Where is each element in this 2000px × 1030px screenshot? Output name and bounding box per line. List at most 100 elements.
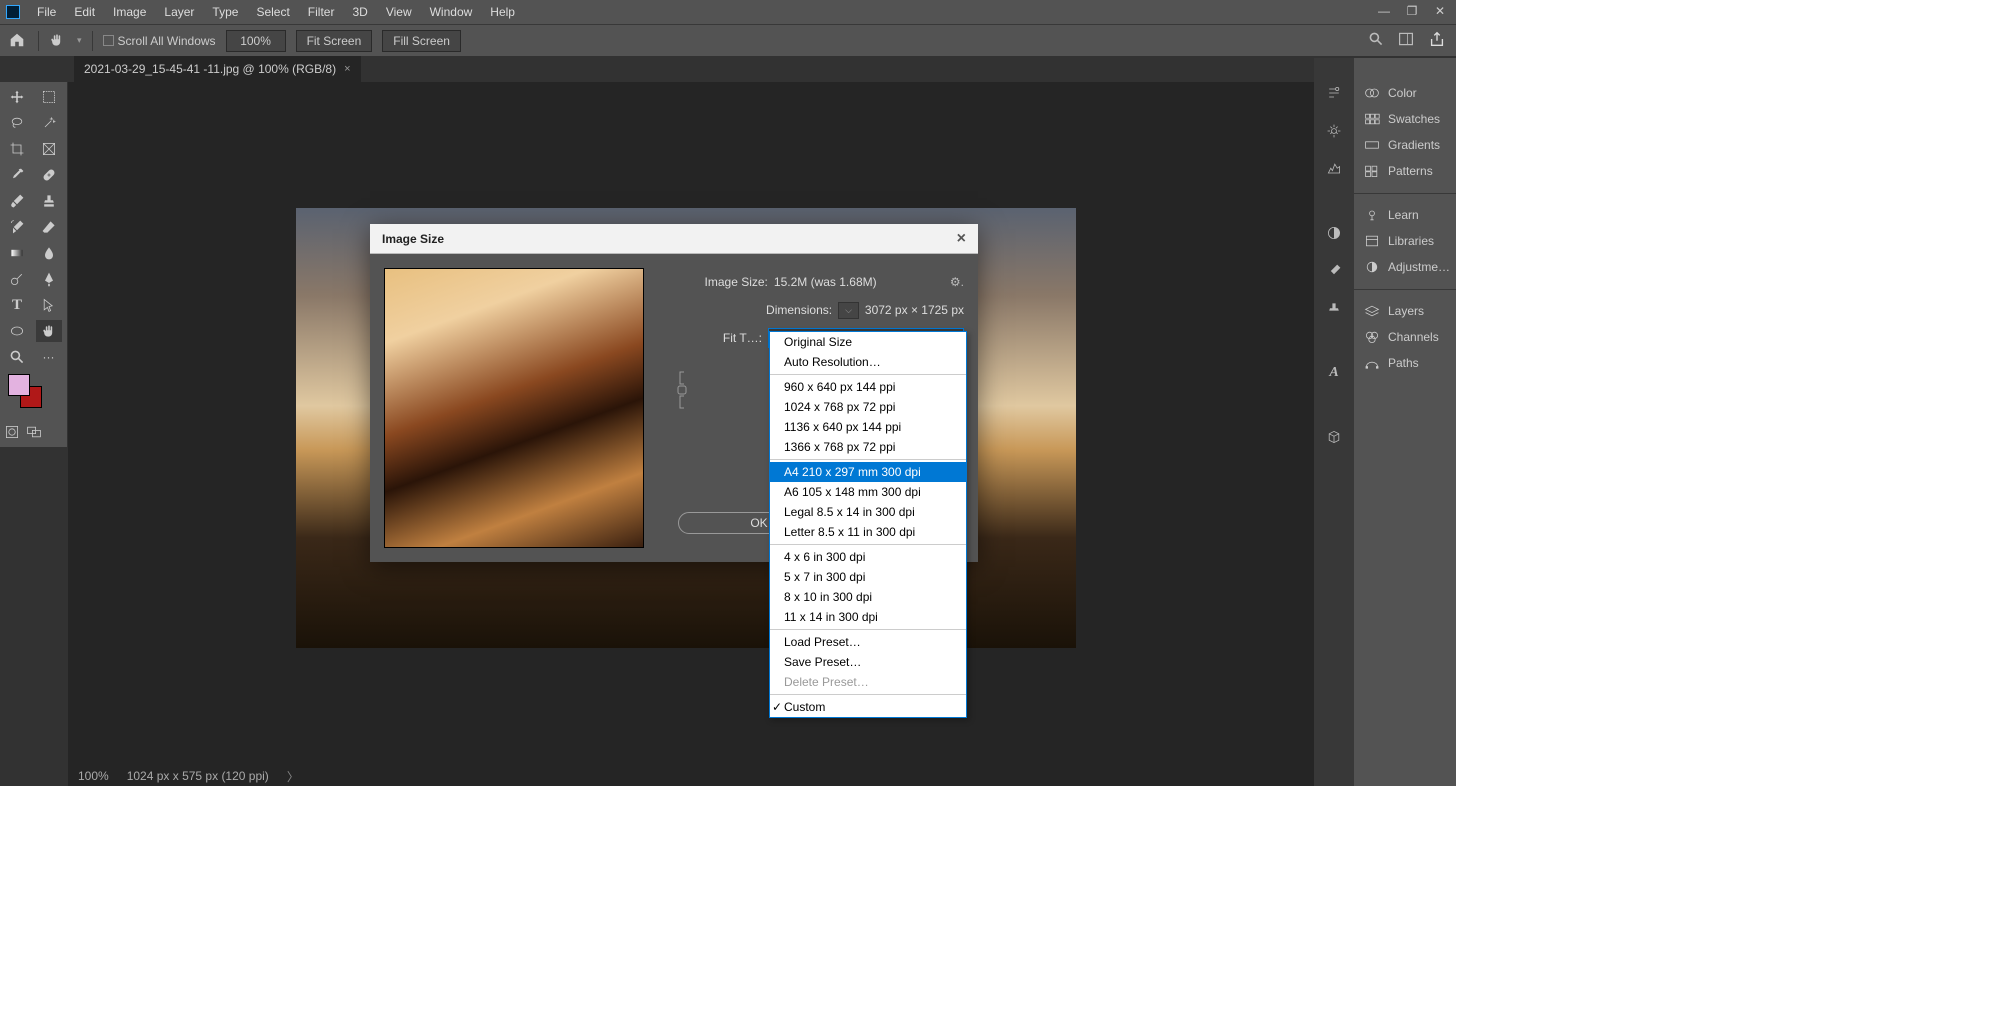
channels-icon — [1364, 330, 1380, 344]
pen-tool-icon[interactable] — [36, 268, 62, 290]
libraries-icon — [1364, 234, 1380, 248]
gradient-tool-icon[interactable] — [4, 242, 30, 264]
dimensions-unit-dropdown[interactable]: ⌵ — [838, 302, 859, 319]
edit-toolbar-icon[interactable]: ··· — [36, 346, 62, 368]
panel-learn[interactable]: Learn — [1354, 202, 1456, 228]
zoom-level-button[interactable]: 100% — [226, 30, 286, 52]
panel-paths[interactable]: Paths — [1354, 350, 1456, 376]
fit-option-save-preset[interactable]: Save Preset… — [770, 652, 966, 672]
adjustments-icon[interactable] — [1323, 222, 1345, 244]
wand-tool-icon[interactable] — [36, 112, 62, 134]
document-tab[interactable]: 2021-03-29_15-45-41 -11.jpg @ 100% (RGB/… — [74, 56, 361, 82]
dodge-tool-icon[interactable] — [4, 268, 30, 290]
panel-color[interactable]: Color — [1354, 80, 1456, 106]
hand-tool-icon-toolbox[interactable] — [36, 320, 62, 342]
status-zoom[interactable]: 100% — [78, 769, 109, 783]
panel-adjustments[interactable]: Adjustme… — [1354, 254, 1456, 280]
dialog-close-icon[interactable]: × — [957, 230, 966, 248]
fit-option[interactable]: A6 105 x 148 mm 300 dpi — [770, 482, 966, 502]
fit-option[interactable]: 1136 x 640 px 144 ppi — [770, 417, 966, 437]
frame-tool-icon[interactable] — [36, 138, 62, 160]
hand-tool-icon[interactable] — [49, 32, 67, 50]
fit-option[interactable]: Legal 8.5 x 14 in 300 dpi — [770, 502, 966, 522]
search-icon[interactable] — [1368, 31, 1384, 50]
brushes-icon[interactable] — [1323, 260, 1345, 282]
tool-preset-chevron-icon[interactable]: ▾ — [77, 35, 82, 46]
shape-tool-icon[interactable] — [4, 320, 30, 342]
panel-patterns[interactable]: Patterns — [1354, 158, 1456, 184]
type-tool-icon[interactable]: T — [4, 294, 30, 316]
zoom-tool-icon[interactable] — [4, 346, 30, 368]
brush-tool-icon[interactable] — [4, 190, 30, 212]
window-minimize-icon[interactable]: — — [1376, 4, 1392, 18]
close-tab-icon[interactable]: × — [344, 63, 350, 75]
fit-option[interactable]: Original Size — [770, 332, 966, 352]
clone-source-icon[interactable] — [1323, 298, 1345, 320]
eyedropper-tool-icon[interactable] — [4, 164, 30, 186]
panel-swatches[interactable]: Swatches — [1354, 106, 1456, 132]
fit-option[interactable]: 960 x 640 px 144 ppi — [770, 377, 966, 397]
fit-option[interactable]: 11 x 14 in 300 dpi — [770, 607, 966, 627]
window-close-icon[interactable]: ✕ — [1432, 4, 1448, 18]
menu-layer[interactable]: Layer — [155, 0, 203, 24]
quick-mask-icon[interactable] — [4, 424, 20, 443]
panel-libraries[interactable]: Libraries — [1354, 228, 1456, 254]
panel-gradients[interactable]: Gradients — [1354, 132, 1456, 158]
screen-mode-icon[interactable] — [26, 424, 42, 443]
menu-select[interactable]: Select — [247, 0, 298, 24]
lasso-tool-icon[interactable] — [4, 112, 30, 134]
menu-edit[interactable]: Edit — [65, 0, 104, 24]
fit-screen-button[interactable]: Fit Screen — [296, 30, 373, 52]
crop-tool-icon[interactable] — [4, 138, 30, 160]
foreground-color-swatch[interactable] — [8, 374, 30, 396]
menu-filter[interactable]: Filter — [299, 0, 344, 24]
fit-option-highlighted[interactable]: A4 210 x 297 mm 300 dpi — [770, 462, 966, 482]
learn-icon — [1364, 208, 1380, 222]
properties-icon[interactable] — [1323, 82, 1345, 104]
fit-option-load-preset[interactable]: Load Preset… — [770, 632, 966, 652]
character-icon[interactable]: A — [1323, 362, 1345, 384]
menu-view[interactable]: View — [377, 0, 421, 24]
panel-layers[interactable]: Layers — [1354, 298, 1456, 324]
fit-option[interactable]: 4 x 6 in 300 dpi — [770, 547, 966, 567]
blur-tool-icon[interactable] — [36, 242, 62, 264]
share-icon[interactable] — [1428, 30, 1446, 51]
eraser-tool-icon[interactable] — [36, 216, 62, 238]
color-swatches[interactable] — [4, 372, 63, 416]
fill-screen-button[interactable]: Fill Screen — [382, 30, 461, 52]
fit-to-dropdown-menu: Original Size Auto Resolution… 960 x 640… — [769, 331, 967, 718]
home-icon[interactable] — [8, 31, 28, 51]
fit-option[interactable]: 5 x 7 in 300 dpi — [770, 567, 966, 587]
healing-tool-icon[interactable] — [36, 164, 62, 186]
marquee-tool-icon[interactable] — [36, 86, 62, 108]
panel-channels[interactable]: Channels — [1354, 324, 1456, 350]
move-tool-icon[interactable] — [4, 86, 30, 108]
menu-3d[interactable]: 3D — [343, 0, 376, 24]
path-select-tool-icon[interactable] — [36, 294, 62, 316]
fit-option[interactable]: Auto Resolution… — [770, 352, 966, 372]
dialog-settings-icon[interactable]: ⚙. — [950, 275, 964, 289]
dialog-title: Image Size — [382, 232, 444, 246]
fit-option[interactable]: 1024 x 768 px 72 ppi — [770, 397, 966, 417]
collapsed-panel-strip: A — [1314, 58, 1354, 786]
status-info-chevron-icon[interactable]: 〉 — [287, 768, 299, 785]
menu-image[interactable]: Image — [104, 0, 155, 24]
fit-option[interactable]: 1366 x 768 px 72 ppi — [770, 437, 966, 457]
stamp-tool-icon[interactable] — [36, 190, 62, 212]
history-brush-tool-icon[interactable] — [4, 216, 30, 238]
dialog-preview-image — [384, 268, 644, 548]
3d-icon[interactable] — [1323, 426, 1345, 448]
panel-dock: Color Swatches Gradients Patterns Learn … — [1354, 58, 1456, 786]
menu-window[interactable]: Window — [421, 0, 482, 24]
fit-option[interactable]: Letter 8.5 x 11 in 300 dpi — [770, 522, 966, 542]
menu-file[interactable]: File — [28, 0, 65, 24]
workspace-icon[interactable] — [1398, 31, 1414, 50]
fit-option-custom[interactable]: Custom — [770, 697, 966, 717]
brightness-icon[interactable] — [1323, 120, 1345, 142]
menu-help[interactable]: Help — [481, 0, 524, 24]
window-restore-icon[interactable]: ❐ — [1404, 4, 1420, 18]
histogram-icon[interactable] — [1323, 158, 1345, 180]
menu-type[interactable]: Type — [203, 0, 247, 24]
fit-option[interactable]: 8 x 10 in 300 dpi — [770, 587, 966, 607]
scroll-all-windows-checkbox[interactable]: Scroll All Windows — [103, 34, 216, 48]
